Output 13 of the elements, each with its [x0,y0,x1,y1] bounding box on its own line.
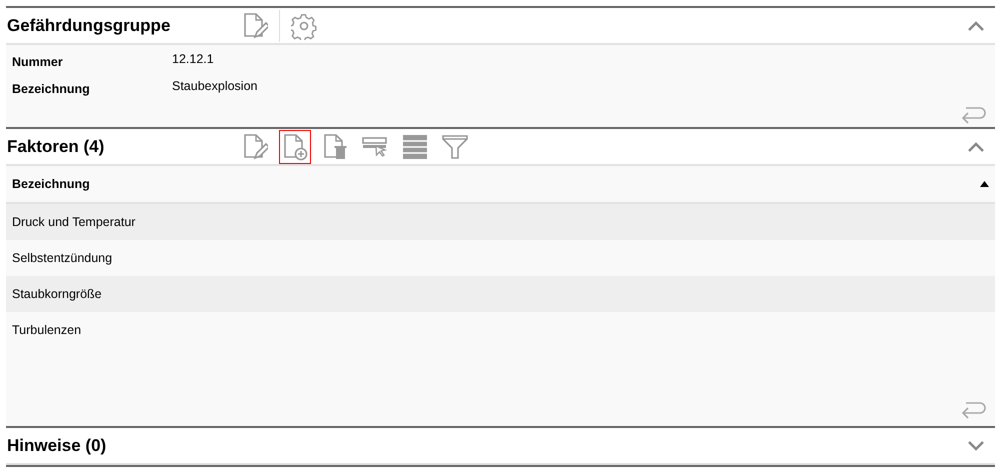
field-label: Nummer [12,54,64,72]
table-row[interactable]: Selbstentzündung [6,240,995,276]
table-row[interactable]: Druck und Temperatur [6,204,995,240]
panel-title: Hinweise (0) [7,434,108,457]
column-header-label: Bezeichnung [12,176,90,193]
field-value: Staubexplosion [172,78,258,96]
field-value: 12.12.1 [172,51,214,68]
table-row[interactable]: Staubkorngröße [6,276,995,312]
panel-title: Faktoren (4) [7,136,106,158]
table-row[interactable]: Turbulenzen [6,312,995,348]
field-label: Bezeichnung [12,81,91,98]
file-add-icon[interactable] [279,130,311,164]
panel-title: Gefährdungsgruppe [7,14,172,37]
